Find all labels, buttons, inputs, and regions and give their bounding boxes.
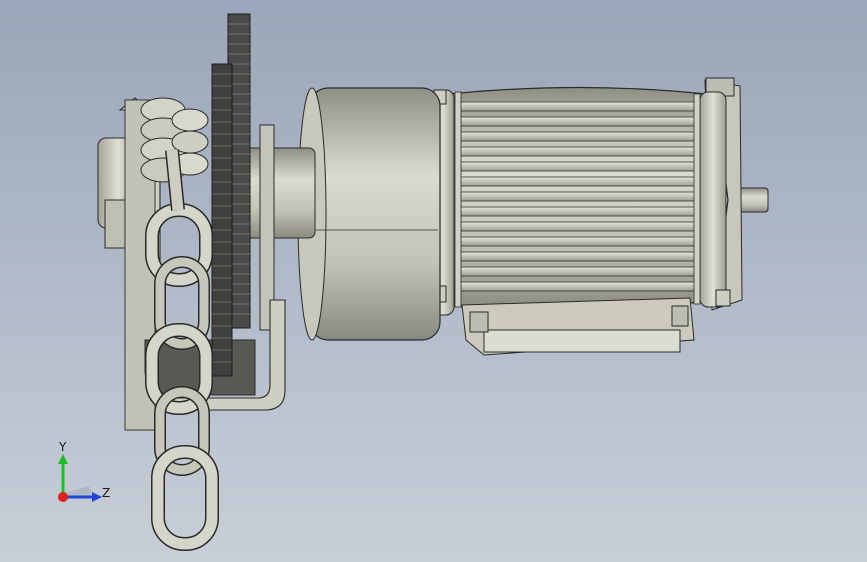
gearbox-housing: [297, 87, 441, 341]
z-axis-label: Z: [102, 486, 111, 500]
cad-viewport[interactable]: [0, 0, 867, 562]
spur-gear: [211, 13, 251, 377]
motor-mounting-foot: [461, 297, 695, 356]
electric-motor: [431, 77, 743, 356]
y-axis-label: Y: [59, 440, 67, 454]
axis-triad: Y Z: [48, 440, 118, 510]
